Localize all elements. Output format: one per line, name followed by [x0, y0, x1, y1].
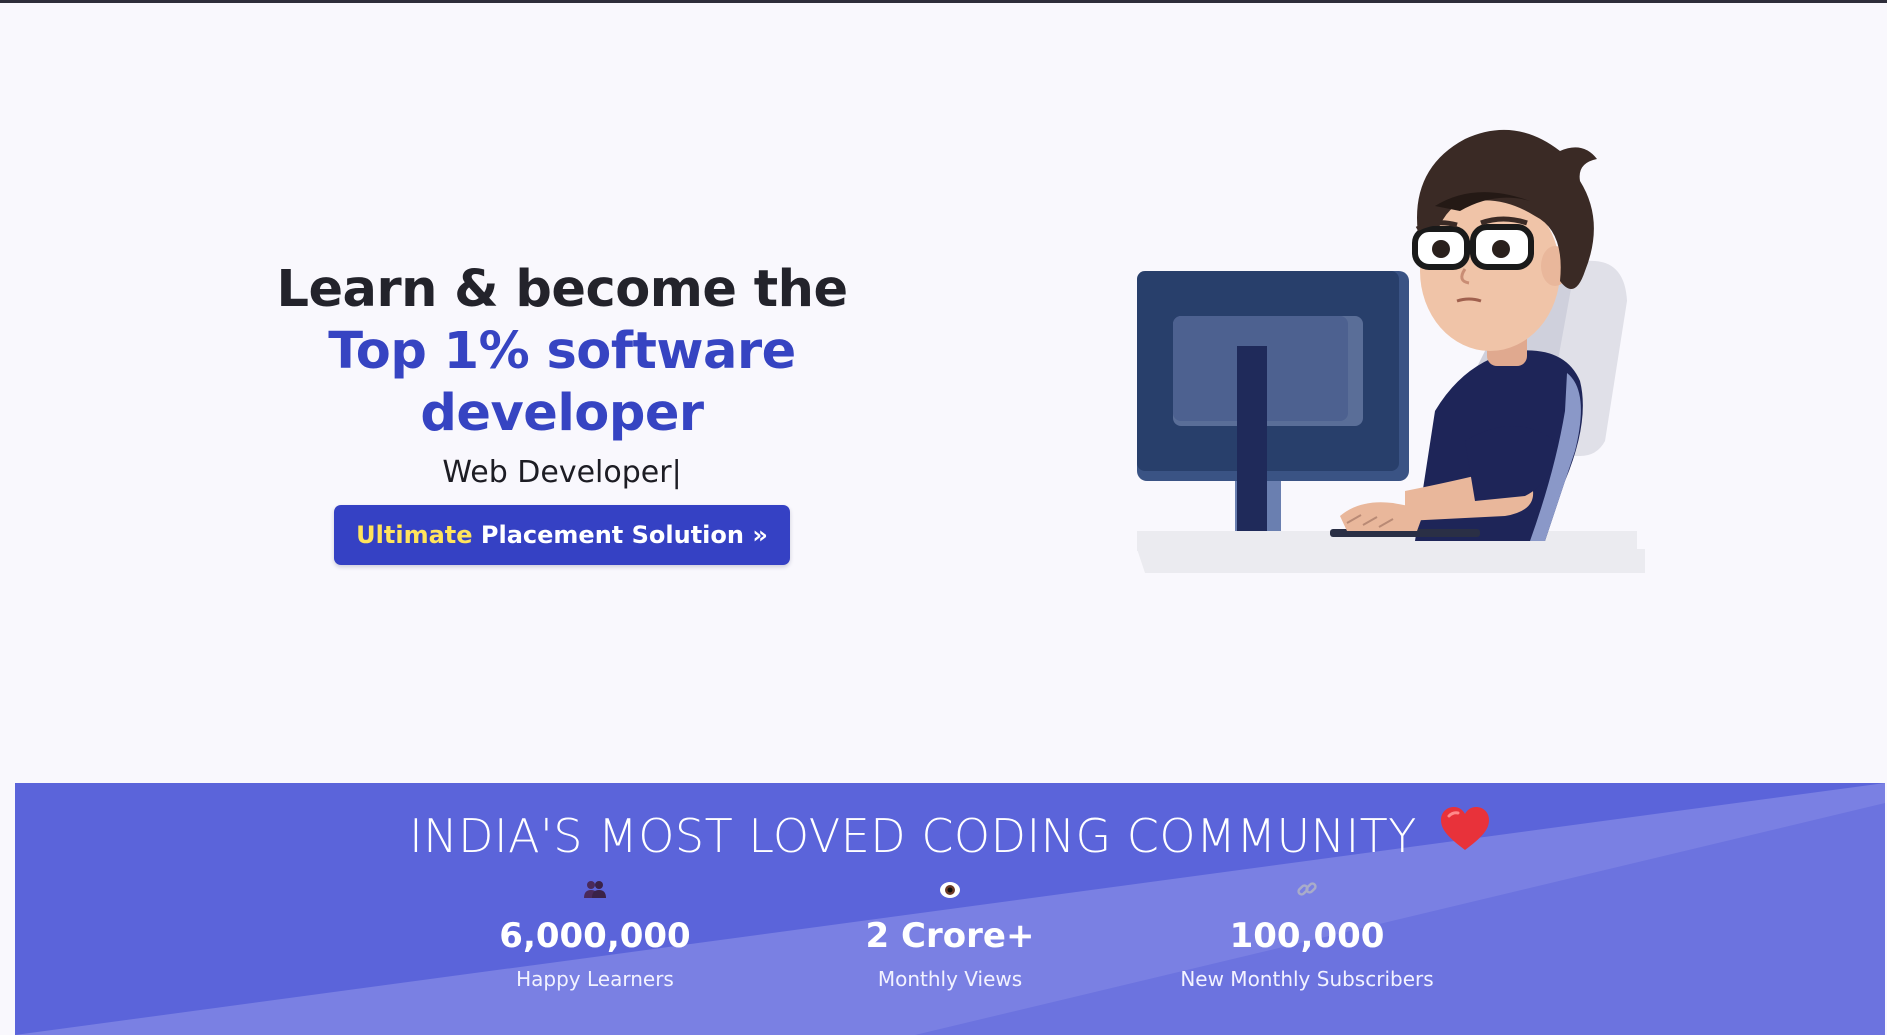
headline-line-1: Learn & become the [276, 260, 848, 319]
developer-illustration [1137, 129, 1645, 573]
headline-line-2: Top 1% software developer [328, 322, 796, 443]
community-title-text: INDIA'S MOST LOVED CODING COMMUNITY [409, 809, 1417, 863]
cta-label: Placement Solution » [472, 521, 768, 549]
stat-value: 2 Crore+ [865, 916, 1035, 956]
stat-value: 6,000,000 [499, 916, 691, 956]
stat-monthly-views: 2 Crore+ Monthly Views [790, 878, 1110, 994]
hero-section: Learn & become the Top 1% software devel… [0, 3, 1887, 783]
typed-role: Web Developer| [200, 453, 924, 493]
link-icon [1147, 878, 1467, 906]
typed-role-text: Web Developer [442, 455, 672, 490]
stat-label: Monthly Views [877, 967, 1023, 991]
hero-text: Learn & become the Top 1% software devel… [200, 259, 924, 565]
heart-icon [1439, 805, 1491, 867]
community-banner: INDIA'S MOST LOVED CODING COMMUNITY 6,00… [15, 783, 1885, 1035]
eye-icon [790, 878, 1110, 906]
people-icon [435, 878, 755, 906]
community-title: INDIA'S MOST LOVED CODING COMMUNITY [15, 805, 1885, 871]
typed-cursor: | [671, 455, 682, 490]
stat-happy-learners: 6,000,000 Happy Learners [435, 878, 755, 994]
stat-label: Happy Learners [516, 967, 674, 991]
stat-value: 100,000 [1229, 916, 1385, 956]
stat-monthly-subscribers: 100,000 New Monthly Subscribers [1147, 878, 1467, 994]
stat-label: New Monthly Subscribers [1180, 967, 1434, 991]
cta-highlight: Ultimate [356, 521, 473, 549]
placement-solution-button[interactable]: Ultimate Placement Solution » [334, 505, 790, 565]
